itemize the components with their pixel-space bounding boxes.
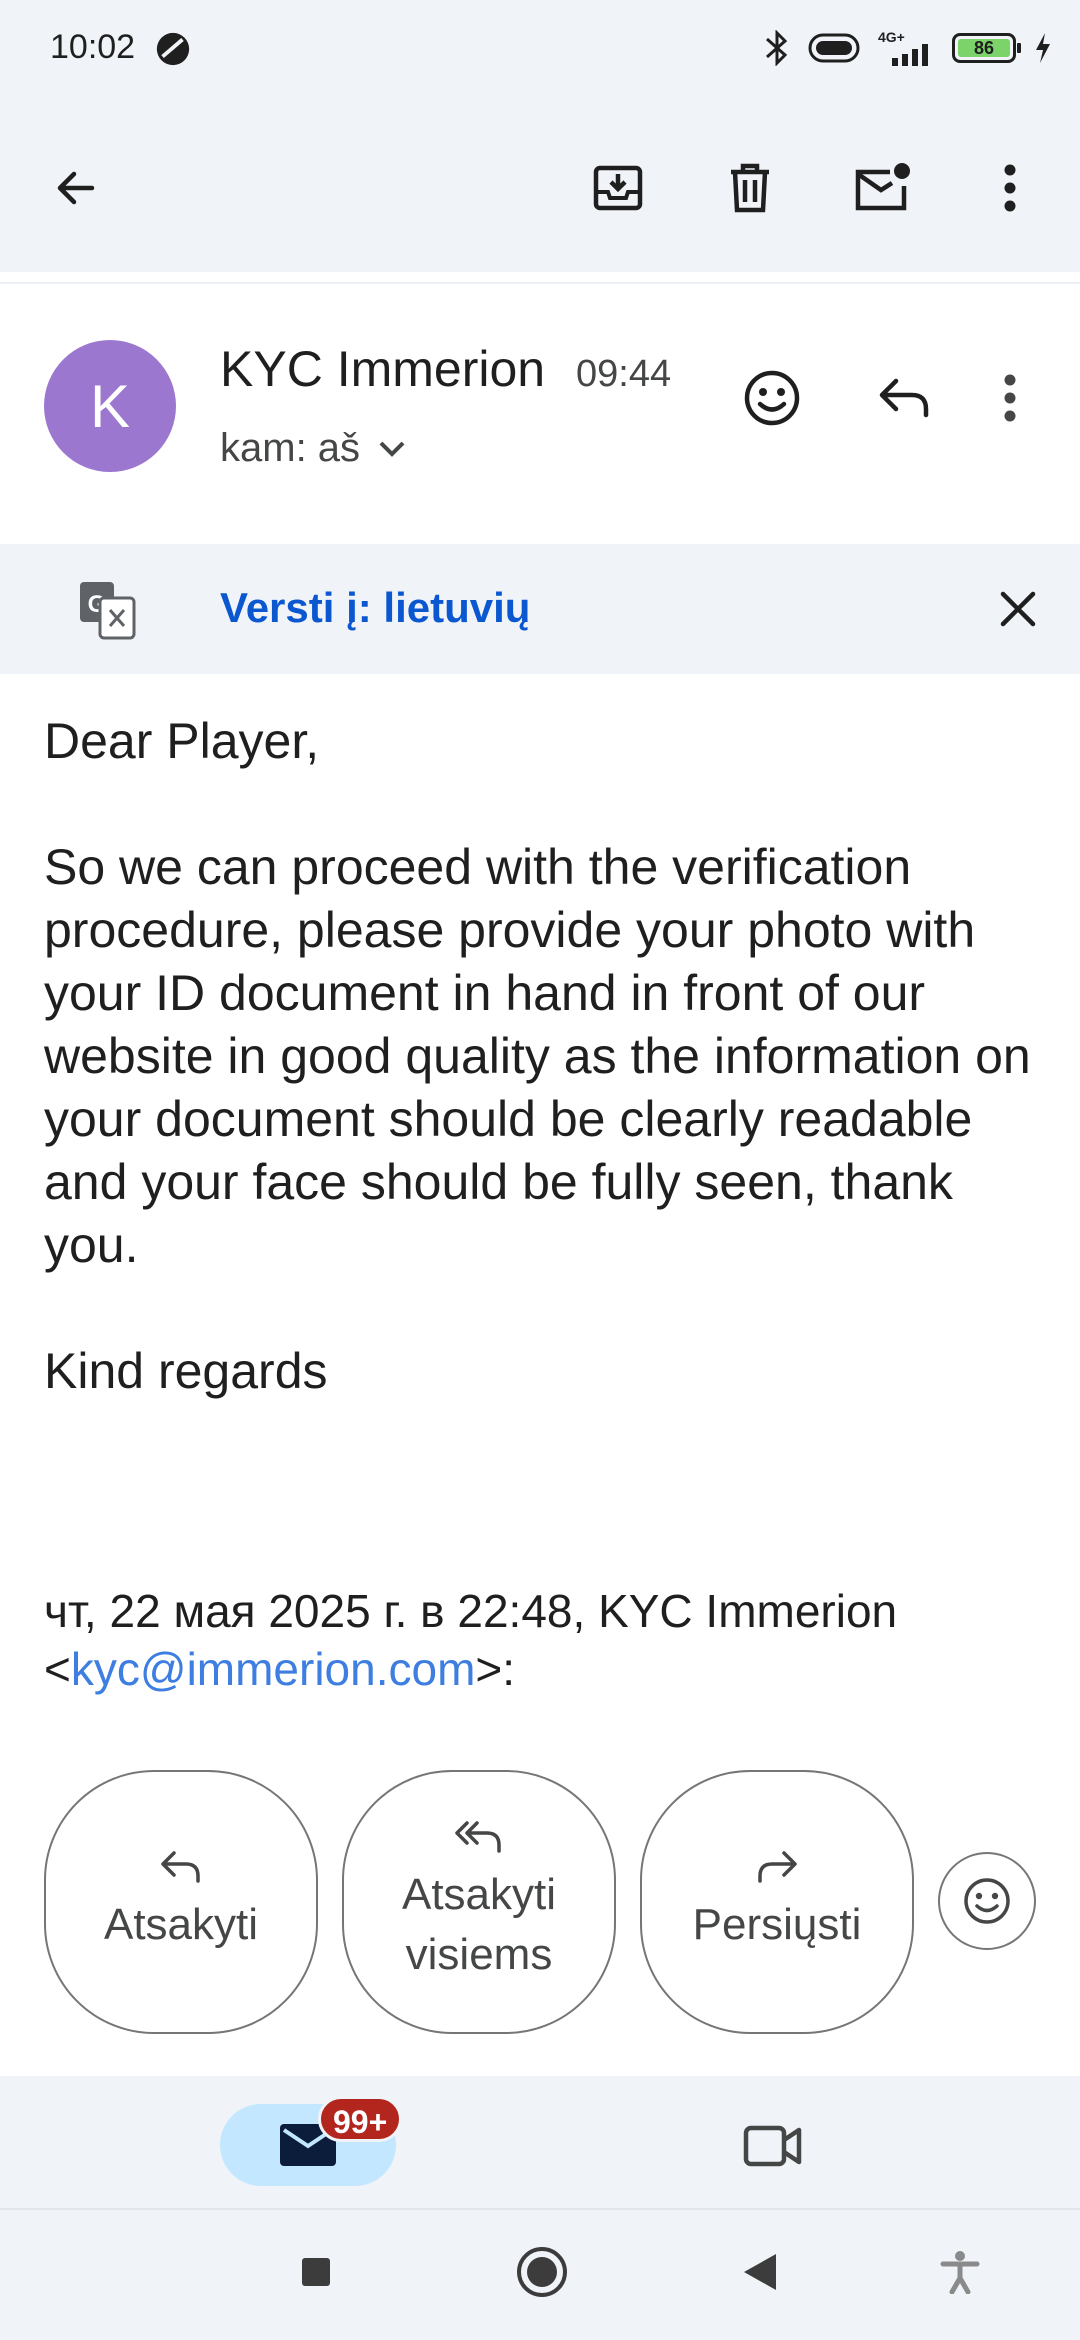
home-button[interactable] bbox=[506, 2236, 578, 2308]
system-navigation-bar bbox=[0, 2210, 1080, 2340]
recents-button[interactable] bbox=[284, 2240, 348, 2304]
mark-unread-button[interactable] bbox=[842, 148, 922, 228]
battery-level: 86 bbox=[958, 39, 1010, 57]
square-icon bbox=[302, 2258, 330, 2286]
charging-icon bbox=[1036, 33, 1050, 63]
home-circle-icon bbox=[517, 2247, 567, 2297]
translate-bar: G Versti į: lietuvių bbox=[0, 544, 1080, 674]
vibrate-icon bbox=[808, 33, 860, 63]
reply-action-label: Atsakyti bbox=[103, 1900, 259, 1949]
bottom-navigation: 99+ bbox=[0, 2076, 1080, 2210]
forward-icon bbox=[758, 1851, 797, 1883]
network-type: 4G+ bbox=[878, 30, 934, 66]
forward-action-label: Persiųsti bbox=[692, 1900, 862, 1949]
status-icons: 4G+ 86 bbox=[764, 28, 1052, 68]
translate-link[interactable]: Versti į: lietuvių bbox=[220, 584, 530, 632]
unread-badge: 99+ bbox=[318, 2096, 403, 2142]
quoted-header-text: чт, 22 мая 2025 г. в 22:48, KYC Immerion bbox=[44, 1585, 898, 1637]
accessibility-button[interactable] bbox=[928, 2240, 992, 2304]
do-not-disturb-icon bbox=[156, 32, 190, 66]
quote-bracket-open: < bbox=[44, 1643, 71, 1695]
sender-email-link[interactable]: kyc@immerion.com bbox=[71, 1643, 476, 1695]
more-vert-icon bbox=[1004, 164, 1016, 212]
sender-avatar[interactable]: K bbox=[44, 340, 176, 472]
archive-button[interactable] bbox=[578, 148, 658, 228]
forward-action-button[interactable]: Persiųsti bbox=[640, 1770, 914, 2034]
quote-bracket-close: >: bbox=[475, 1643, 516, 1695]
archive-icon bbox=[593, 165, 643, 211]
nav-meet-tab[interactable] bbox=[738, 2116, 808, 2176]
battery-icon: 86 bbox=[952, 33, 1021, 63]
signal-icon bbox=[892, 44, 928, 66]
more-vert-icon bbox=[1004, 374, 1016, 422]
reply-all-action-button[interactable]: Atsakyti visiems bbox=[342, 1770, 616, 2034]
reply-all-label-2: visiems bbox=[405, 1930, 553, 1979]
close-translate-button[interactable] bbox=[980, 574, 1056, 644]
message-body: Dear Player, So we can proceed with the … bbox=[44, 710, 1054, 1403]
react-emoji-button[interactable] bbox=[938, 1852, 1036, 1950]
more-options-button[interactable] bbox=[970, 148, 1050, 228]
arrow-left-icon bbox=[57, 171, 95, 205]
reply-button[interactable] bbox=[862, 356, 946, 440]
mail-unread-icon bbox=[855, 163, 910, 211]
closing: Kind regards bbox=[44, 1343, 328, 1399]
top-app-bar bbox=[0, 96, 1080, 272]
reply-icon bbox=[879, 378, 929, 418]
translate-icon: G bbox=[80, 582, 136, 640]
greeting: Dear Player, bbox=[44, 713, 320, 769]
reply-action-button[interactable]: Atsakyti bbox=[44, 1770, 318, 2034]
emoji-icon bbox=[964, 1878, 1010, 1924]
recipient-details-toggle[interactable]: kam: aš bbox=[220, 426, 406, 471]
divider bbox=[0, 272, 1080, 284]
quoted-header: чт, 22 мая 2025 г. в 22:48, KYC Immerion… bbox=[44, 1582, 1054, 1698]
reply-all-label-1: Atsakyti bbox=[401, 1870, 557, 1919]
trash-icon bbox=[731, 163, 769, 213]
add-reaction-button[interactable] bbox=[730, 356, 814, 440]
chevron-down-icon bbox=[379, 441, 405, 457]
status-time: 10:02 bbox=[50, 28, 136, 66]
back-button[interactable] bbox=[36, 148, 116, 228]
accessibility-icon bbox=[940, 2251, 980, 2294]
message-time: 09:44 bbox=[576, 353, 672, 395]
back-nav-button[interactable] bbox=[728, 2240, 792, 2304]
status-bar: 10:02 4G+ 86 bbox=[0, 0, 1080, 96]
reply-all-icon bbox=[455, 1821, 501, 1853]
emoji-icon bbox=[744, 370, 800, 426]
reply-icon bbox=[161, 1851, 200, 1883]
close-icon bbox=[1000, 591, 1036, 627]
bluetooth-icon bbox=[766, 30, 788, 66]
body-paragraph: So we can proceed with the verification … bbox=[44, 839, 1031, 1273]
recipient-label: kam: aš bbox=[220, 426, 361, 470]
triangle-back-icon bbox=[744, 2254, 776, 2290]
video-camera-icon bbox=[743, 2125, 802, 2167]
delete-button[interactable] bbox=[710, 148, 790, 228]
message-more-button[interactable] bbox=[980, 356, 1040, 440]
sender-name[interactable]: KYC Immerion bbox=[220, 340, 545, 398]
